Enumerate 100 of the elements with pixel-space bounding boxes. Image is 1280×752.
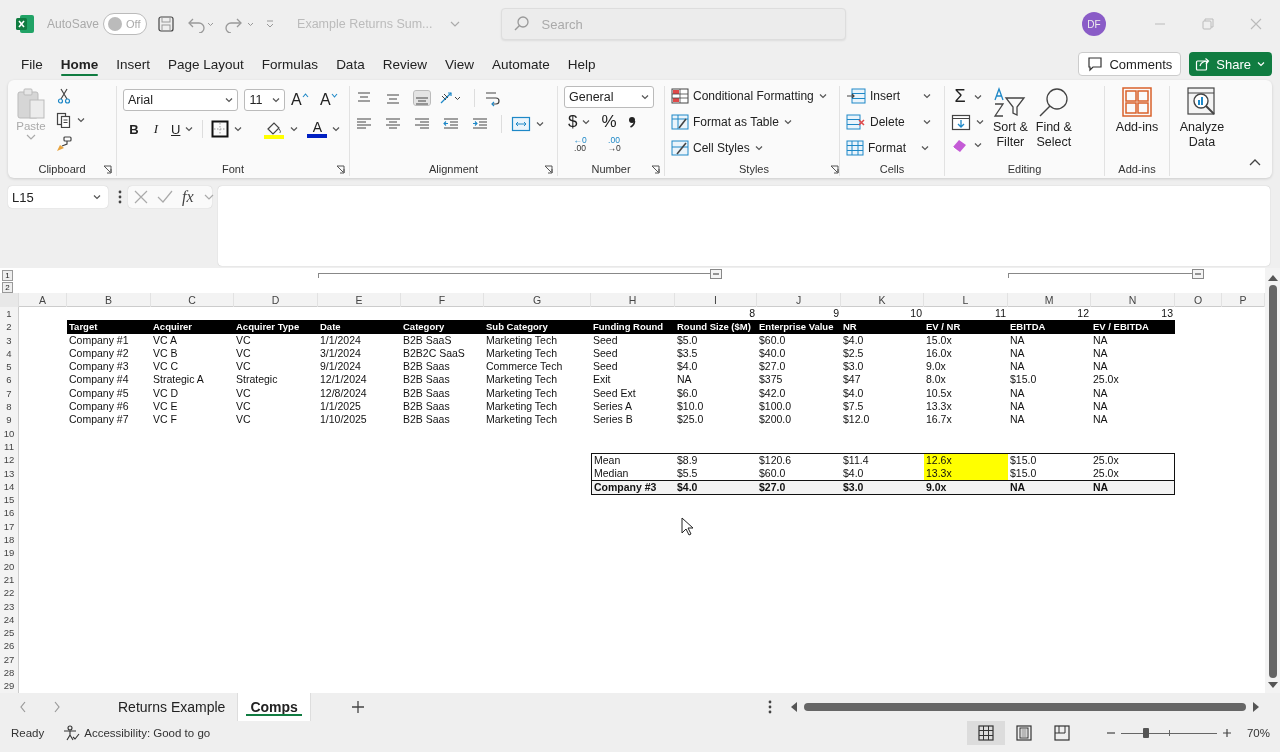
comma-style-icon[interactable] <box>626 115 637 129</box>
italic-button[interactable]: I <box>149 121 163 137</box>
collapse-group-icon[interactable] <box>1192 269 1204 279</box>
bottom-align-icon[interactable] <box>414 91 430 105</box>
wrap-text-icon[interactable] <box>484 89 502 107</box>
decrease-font-button[interactable]: A <box>320 91 343 109</box>
slider-thumb[interactable] <box>1142 728 1149 738</box>
row-header[interactable]: 26 <box>0 639 19 653</box>
middle-align-icon[interactable] <box>385 91 401 105</box>
menu-tab[interactable]: Page Layout <box>159 52 253 76</box>
column-header[interactable]: O <box>1175 293 1222 307</box>
ribbon-button[interactable]: Cell Styles <box>671 138 837 158</box>
column-header[interactable]: I <box>675 293 757 307</box>
dialog-launcher-icon[interactable] <box>651 165 660 174</box>
row-header[interactable]: 29 <box>0 679 19 693</box>
sort-filter-button[interactable]: Sort & Filter <box>993 86 1028 162</box>
add-sheet-icon[interactable] <box>350 700 365 714</box>
row-header[interactable]: 19 <box>0 546 19 560</box>
underline-button[interactable]: U <box>171 121 181 137</box>
ribbon-button[interactable]: Delete <box>846 112 938 132</box>
menu-tab[interactable]: Automate <box>482 52 559 76</box>
normal-view-button[interactable] <box>966 721 1005 745</box>
cut-icon[interactable] <box>56 88 72 104</box>
accessibility-status[interactable]: Accessibility: Good to go <box>62 725 211 741</box>
zoom-level[interactable]: 70% <box>1246 727 1270 739</box>
increase-indent-icon[interactable] <box>472 117 488 131</box>
search-field[interactable]: Search <box>500 8 846 40</box>
percent-button[interactable]: % <box>601 112 617 132</box>
sheet-tab[interactable]: Comps <box>238 693 311 721</box>
name-box[interactable]: L15 <box>8 186 108 208</box>
row-header[interactable]: 6 <box>0 373 19 387</box>
row-header[interactable]: 16 <box>0 506 19 520</box>
more-icon[interactable] <box>768 699 772 715</box>
user-avatar[interactable]: DF <box>1082 12 1106 36</box>
insert-function-button[interactable]: fx <box>182 188 194 206</box>
zoom-in-icon[interactable] <box>1220 727 1233 739</box>
dialog-launcher-icon[interactable] <box>103 165 112 174</box>
customize-icon[interactable] <box>265 19 276 29</box>
column-header[interactable]: E <box>318 293 401 307</box>
row-header[interactable]: 2 <box>0 320 19 334</box>
row-header[interactable]: 9 <box>0 413 19 427</box>
increase-decimal-button[interactable]: ←0 .00 <box>568 136 592 152</box>
column-header[interactable]: A <box>19 293 67 307</box>
save-icon[interactable] <box>157 15 176 33</box>
column-header[interactable]: H <box>591 293 675 307</box>
bold-button[interactable]: B <box>127 121 141 137</box>
share-button[interactable]: Share <box>1189 52 1272 76</box>
dialog-launcher-icon[interactable] <box>336 165 345 174</box>
borders-icon[interactable] <box>211 120 230 138</box>
row-header[interactable]: 5 <box>0 360 19 374</box>
number-format-field[interactable]: General <box>564 86 654 108</box>
row-header[interactable]: 12 <box>0 453 19 468</box>
increase-font-button[interactable]: A <box>291 91 314 109</box>
clear-icon[interactable] <box>951 137 969 153</box>
row-header[interactable]: 28 <box>0 666 19 680</box>
row-header[interactable]: 25 <box>0 626 19 640</box>
more-icon[interactable] <box>118 189 122 205</box>
autosum-button[interactable]: Σ <box>951 86 969 107</box>
fill-icon[interactable] <box>951 113 971 131</box>
formula-input-field[interactable] <box>218 186 1270 266</box>
column-header[interactable]: F <box>401 293 484 307</box>
menu-tab[interactable]: Data <box>327 52 374 76</box>
column-header[interactable]: B <box>67 293 151 307</box>
font-size-field[interactable]: 11 <box>244 89 285 111</box>
row-header[interactable]: 8 <box>0 400 19 414</box>
font-color-button[interactable]: A <box>307 120 328 138</box>
dialog-launcher-icon[interactable] <box>830 165 839 174</box>
menu-tab[interactable]: File <box>12 52 52 76</box>
row-header[interactable]: 1 <box>0 307 19 321</box>
merge-center-icon[interactable] <box>511 115 531 133</box>
menu-tab[interactable]: Help <box>558 52 605 76</box>
font-name-field[interactable]: Arial <box>123 89 239 111</box>
format-painter-icon[interactable] <box>56 136 72 152</box>
align-right-icon[interactable] <box>414 117 430 131</box>
align-center-icon[interactable] <box>385 117 401 131</box>
column-header[interactable]: C <box>151 293 234 307</box>
row-header[interactable]: 15 <box>0 493 19 507</box>
column-header[interactable]: G <box>484 293 591 307</box>
column-header[interactable]: M <box>1008 293 1091 307</box>
add-ins-button[interactable]: Add-ins <box>1115 86 1159 162</box>
row-header[interactable]: 18 <box>0 533 19 547</box>
row-header[interactable]: 22 <box>0 586 19 600</box>
decrease-decimal-button[interactable]: .00 →0 <box>602 136 626 152</box>
ribbon-button[interactable]: Insert <box>846 86 938 106</box>
column-header[interactable]: N <box>1091 293 1175 307</box>
outline-level-button[interactable]: 1 <box>2 270 13 281</box>
ribbon-button[interactable]: Conditional Formatting <box>671 86 837 106</box>
orientation-icon[interactable] <box>439 90 461 106</box>
collapse-group-icon[interactable] <box>710 269 722 279</box>
currency-button[interactable]: $ <box>568 112 578 132</box>
top-align-icon[interactable] <box>356 91 372 105</box>
horizontal-scrollbar[interactable] <box>790 701 1260 713</box>
vertical-scrollbar[interactable] <box>1265 268 1280 693</box>
copy-icon[interactable] <box>56 112 72 128</box>
column-header[interactable]: K <box>841 293 924 307</box>
menu-tab[interactable]: Review <box>373 52 436 76</box>
menu-tab[interactable]: Home <box>51 52 108 76</box>
analyze-data-button[interactable]: Analyze Data <box>1179 86 1225 162</box>
column-header[interactable]: D <box>234 293 318 307</box>
column-header[interactable]: J <box>757 293 841 307</box>
